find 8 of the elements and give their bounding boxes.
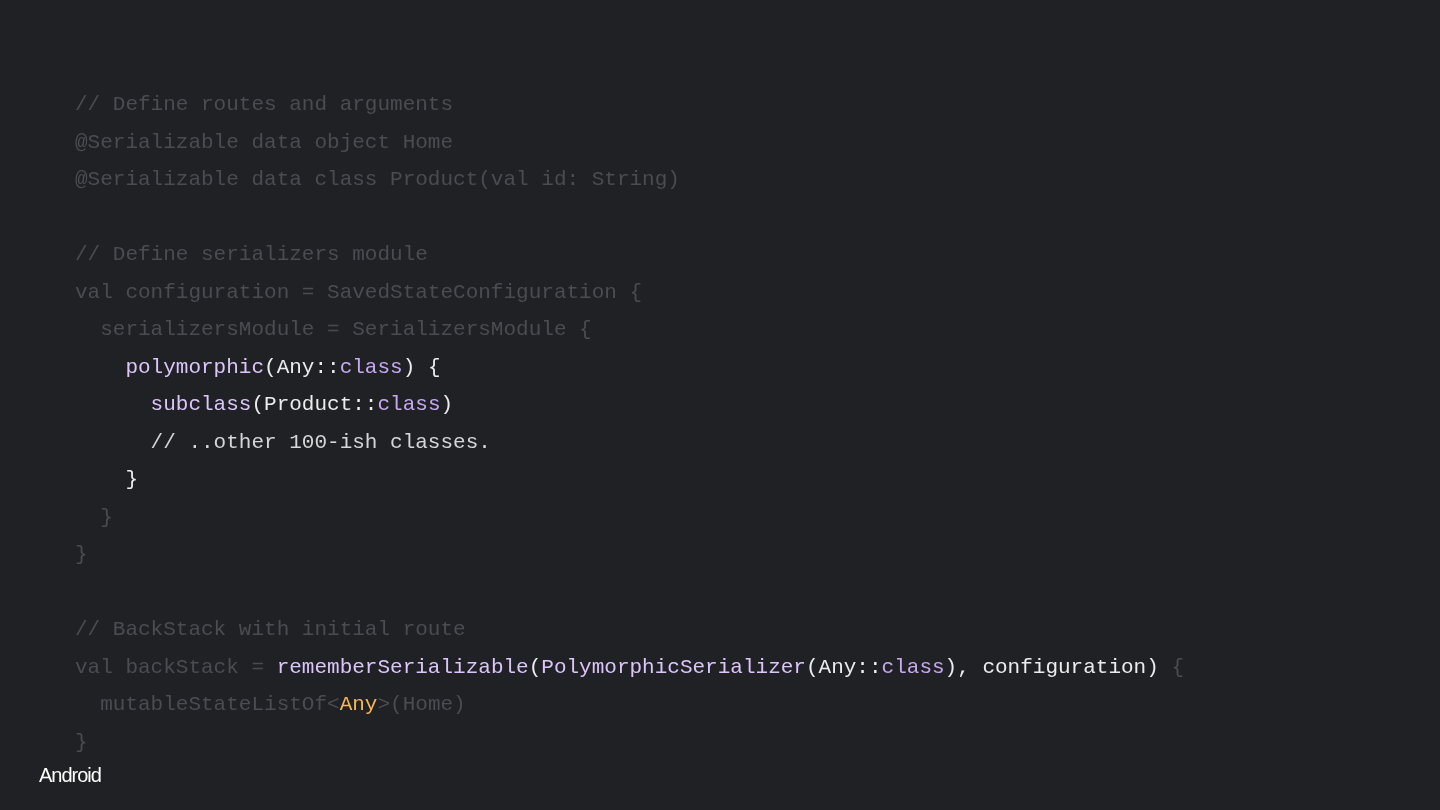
code-line: }	[75, 729, 89, 756]
code-line: subclass(Product::class)	[149, 392, 455, 418]
brand-wordmark: Android	[39, 763, 101, 787]
code-line: }	[75, 542, 89, 568]
code-line: }	[124, 467, 139, 493]
code-line: // ..other 100-ish classes.	[149, 429, 492, 456]
code-line: polymorphic(Any::class) {	[124, 354, 442, 381]
code-line: }	[99, 504, 114, 531]
